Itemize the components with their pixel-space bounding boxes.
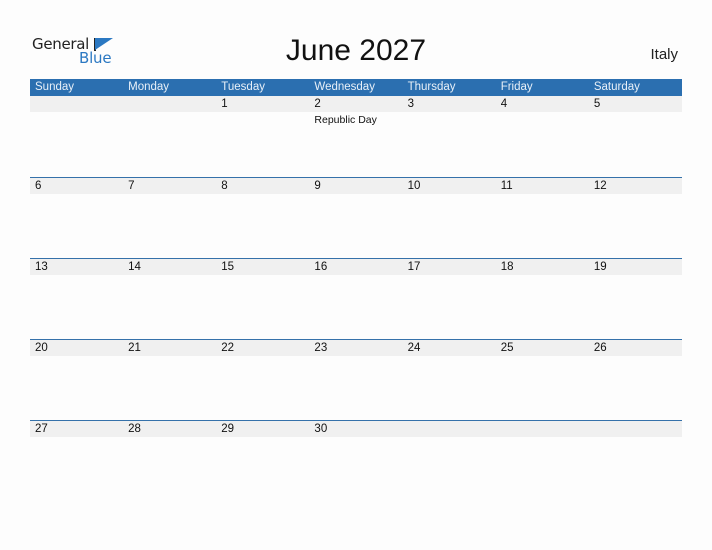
month-title: June 2027 bbox=[285, 34, 427, 67]
day-cell: 16 bbox=[314, 261, 328, 273]
event-text bbox=[403, 112, 496, 127]
day-cell bbox=[30, 96, 123, 113]
day-cell: 22 bbox=[221, 342, 235, 354]
day-cell: 1 bbox=[221, 98, 228, 110]
weekday-monday: Monday bbox=[128, 81, 170, 93]
day-cell: 10 bbox=[407, 180, 421, 192]
day-cell: 9 bbox=[314, 180, 321, 192]
day-cell: 2 bbox=[314, 98, 321, 110]
weekday-header: Sunday Monday Tuesday Wednesday Thursday… bbox=[30, 79, 682, 96]
day-number-band: 13 14 15 16 17 18 19 bbox=[30, 259, 682, 275]
day-cell: 30 bbox=[314, 423, 328, 435]
day-number-band: 27 28 29 30 bbox=[30, 421, 682, 437]
day-cell: 28 bbox=[128, 423, 141, 435]
day-cell: 4 bbox=[500, 98, 508, 110]
day-cell: 24 bbox=[407, 342, 421, 354]
day-cell bbox=[496, 421, 589, 438]
day-cell: 20 bbox=[35, 342, 48, 354]
day-cell: 7 bbox=[128, 180, 135, 192]
weekday-thursday: Thursday bbox=[407, 81, 456, 93]
weekday-tuesday: Tuesday bbox=[221, 81, 265, 93]
event-text bbox=[123, 112, 216, 127]
day-cell: 3 bbox=[407, 98, 414, 110]
country-label: Italy bbox=[650, 46, 678, 63]
day-cell: 8 bbox=[221, 180, 228, 192]
event-text bbox=[30, 112, 123, 127]
weekday-wednesday: Wednesday bbox=[314, 81, 375, 93]
day-cell: 6 bbox=[35, 180, 42, 192]
day-cell: 11 bbox=[500, 180, 513, 192]
day-number-band: 20 21 22 23 24 25 26 bbox=[30, 340, 682, 356]
day-cell: 14 bbox=[128, 261, 141, 273]
weekday-saturday: Saturday bbox=[593, 81, 640, 93]
event-text bbox=[589, 112, 682, 127]
day-cell: 5 bbox=[593, 98, 601, 110]
weekday-friday: Friday bbox=[500, 81, 533, 93]
calendar-grid: Sunday Monday Tuesday Wednesday Thursday… bbox=[30, 79, 682, 501]
event-text bbox=[496, 112, 589, 127]
day-cell: 17 bbox=[407, 261, 421, 273]
day-number-band: 6 7 8 9 10 11 12 bbox=[30, 178, 682, 194]
week-row: 6 7 8 9 10 11 12 bbox=[30, 177, 682, 258]
week-row: 20 21 22 23 24 25 26 bbox=[30, 339, 682, 420]
week-row: 1 2 3 4 5 Republic Day bbox=[30, 96, 682, 177]
day-cell: 19 bbox=[593, 261, 607, 273]
day-cell: 27 bbox=[35, 423, 48, 435]
week-row: 27 28 29 30 bbox=[30, 420, 682, 501]
day-cell: 18 bbox=[500, 261, 514, 273]
week-row: 13 14 15 16 17 18 19 bbox=[30, 258, 682, 339]
day-cell: 12 bbox=[593, 180, 607, 192]
day-cell: 26 bbox=[593, 342, 607, 354]
day-cell: 25 bbox=[500, 342, 514, 354]
weekday-sunday: Sunday bbox=[35, 81, 75, 93]
day-cell: 21 bbox=[128, 342, 141, 354]
day-cell bbox=[403, 421, 496, 438]
events-row: Republic Day bbox=[30, 112, 682, 127]
day-number-band: 1 2 3 4 5 bbox=[30, 96, 682, 112]
day-cell: 15 bbox=[221, 261, 235, 273]
holiday-republic-day: Republic Day bbox=[314, 114, 377, 126]
day-cell bbox=[589, 421, 682, 438]
day-cell: 23 bbox=[314, 342, 328, 354]
day-cell: 29 bbox=[221, 423, 235, 435]
day-cell bbox=[123, 96, 216, 113]
day-cell: 13 bbox=[35, 261, 48, 273]
event-text bbox=[216, 112, 309, 127]
